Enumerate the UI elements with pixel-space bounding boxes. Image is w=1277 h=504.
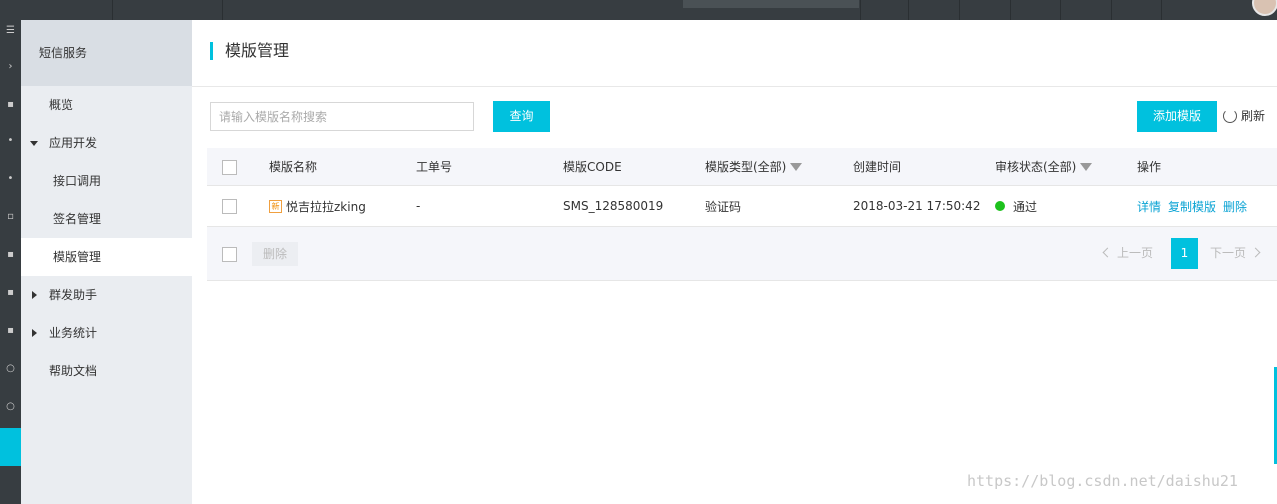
rail-item-icon[interactable]: › [0,60,21,74]
caret-right-icon [32,329,37,337]
rail-item-icon[interactable]: ▪ [0,98,21,112]
sidebar-item-label: 帮助文档 [49,364,98,378]
select-all-checkbox[interactable] [222,159,237,175]
column-header-order-no: 工单号 [416,160,453,174]
sidebar-service-title: 短信服务 [21,20,192,86]
row-checkbox[interactable] [222,199,237,214]
rail-item-icon[interactable]: ○ [0,400,21,414]
sidebar-item-templates[interactable]: 模版管理 [21,238,192,276]
rail-item-icon[interactable]: ▪ [0,286,21,300]
prev-page-button[interactable]: 上一页 [1094,238,1164,269]
top-bar [0,0,1277,20]
sidebar-item-help-docs[interactable]: 帮助文档 [21,352,192,390]
order-no-cell: - [416,199,421,213]
sidebar: 短信服务 概览 应用开发 接口调用 签名管理 模版管理 群发助手 业务统计 帮助… [21,20,192,504]
chevron-left-icon [1102,247,1113,258]
status-cell: 通过 [995,186,1037,226]
column-header-status[interactable]: 审核状态(全部) [995,148,1093,185]
column-header-type[interactable]: 模版类型(全部) [705,148,803,185]
copy-template-link[interactable]: 复制模版 [1168,198,1216,215]
sidebar-item-label: 业务统计 [49,326,98,340]
batch-delete-button[interactable]: 删除 [252,242,298,266]
topbar-menu-segment[interactable] [112,0,222,20]
topbar-search-box[interactable] [683,0,859,8]
topbar-user-menu[interactable] [1161,0,1241,20]
topbar-icon-slot[interactable] [959,0,1010,20]
rail-menu-icon[interactable]: ☰ [0,24,21,38]
template-type-cell: 验证码 [705,199,742,214]
rail-item-icon[interactable]: ▪ [0,248,21,262]
details-link[interactable]: 详情 [1137,198,1161,215]
page-title: 模版管理 [225,41,290,60]
sidebar-item-label: 接口调用 [53,174,102,188]
product-rail: ☰ › ▪ • • ▫ ▪ ▪ ▪ ○ ○ [0,20,21,504]
next-page-button[interactable]: 下一页 [1210,238,1277,269]
rail-item-icon[interactable]: • [0,134,21,148]
column-header-name: 模版名称 [269,160,318,174]
rail-item-active[interactable] [0,428,21,466]
footer-select-all-checkbox[interactable] [222,247,237,262]
table-header: 模版名称 工单号 模版CODE 模版类型(全部) 创建时间 审核状态(全部) 操… [207,148,1277,186]
sidebar-item-overview[interactable]: 概览 [21,86,192,124]
template-search-input[interactable] [210,102,474,131]
refresh-label: 刷新 [1241,109,1266,123]
filter-icon[interactable] [790,162,803,171]
rail-item-icon[interactable]: ▪ [0,324,21,338]
column-header-code: 模版CODE [563,160,622,174]
sidebar-item-label: 模版管理 [53,250,102,264]
sidebar-item-statistics[interactable]: 业务统计 [21,314,192,352]
prev-page-label: 上一页 [1117,246,1154,260]
sidebar-item-label: 概览 [49,98,74,112]
refresh-icon [1223,109,1237,123]
caret-down-icon [30,141,38,146]
template-name: 悦吉拉拉zking [286,199,366,214]
created-time-cell: 2018-03-21 17:50:42 [853,199,981,213]
rail-item-icon[interactable]: ▫ [0,210,21,224]
sidebar-item-bulk-send[interactable]: 群发助手 [21,276,192,314]
refresh-button[interactable]: 刷新 [1223,106,1265,126]
rail-item-icon[interactable]: • [0,172,21,186]
sidebar-item-label: 应用开发 [49,136,98,150]
next-page-label: 下一页 [1210,246,1247,260]
caret-right-icon [32,291,37,299]
new-badge-icon: 新 [269,199,282,213]
sidebar-item-api-calls[interactable]: 接口调用 [21,162,192,200]
status-dot-icon [995,201,1005,211]
topbar-icon-slot[interactable] [1111,0,1161,20]
query-button[interactable]: 查询 [493,101,550,132]
actions-cell: 详情 复制模版 删除 [1137,186,1254,226]
table-row: 新 悦吉拉拉zking - SMS_128580019 验证码 2018-03-… [207,186,1277,227]
topbar-divider [222,0,223,20]
sidebar-item-app-dev[interactable]: 应用开发 [21,124,192,162]
delete-link[interactable]: 删除 [1223,198,1247,215]
column-header-status-label: 审核状态(全部) [995,160,1077,174]
page-number-current[interactable]: 1 [1171,238,1198,269]
chevron-right-icon [1250,247,1261,258]
column-header-created: 创建时间 [853,160,902,174]
watermark: https://blog.csdn.net/daishu21 [967,472,1238,490]
main-content: 模版管理 查询 添加模版 刷新 模版名称 工单号 模版CODE 模版类型(全部)… [192,20,1277,504]
topbar-icon-slot[interactable] [1010,0,1060,20]
sidebar-item-signatures[interactable]: 签名管理 [21,200,192,238]
filter-icon[interactable] [1080,162,1093,171]
avatar[interactable] [1252,0,1277,16]
sidebar-item-label: 签名管理 [53,212,102,226]
table-footer: 删除 上一页 1 下一页 [207,227,1277,281]
title-accent-bar [210,42,213,60]
status-label: 通过 [1013,199,1038,214]
template-code-cell: SMS_128580019 [563,199,664,213]
page-header: 模版管理 [192,20,1277,87]
topbar-icon-slot[interactable] [860,0,908,20]
rail-item-icon[interactable]: ○ [0,362,21,376]
add-template-button[interactable]: 添加模版 [1137,101,1217,132]
topbar-icon-slot[interactable] [1060,0,1111,20]
column-header-type-label: 模版类型(全部) [705,160,787,174]
column-header-actions: 操作 [1137,160,1162,174]
sidebar-item-label: 群发助手 [49,288,98,302]
topbar-icon-slot[interactable] [908,0,959,20]
template-name-cell: 新 悦吉拉拉zking [269,186,366,226]
